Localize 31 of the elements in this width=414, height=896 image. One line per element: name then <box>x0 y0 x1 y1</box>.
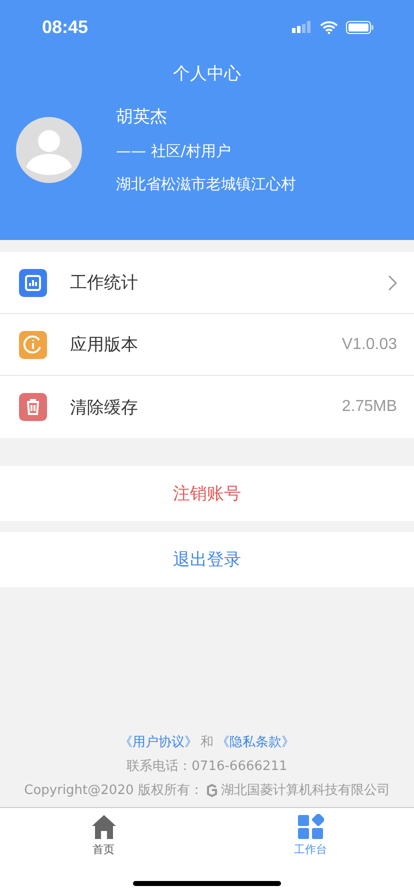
menu-label: 工作统计 <box>70 272 139 294</box>
user-name: 胡英杰 <box>116 106 168 128</box>
status-time: 08:45 <box>42 16 88 38</box>
phone-text: 联系电话：0716-6666211 <box>126 758 288 775</box>
wifi-icon <box>320 20 338 34</box>
copyright-text: Copyright@2020 版权所有： <box>24 782 203 799</box>
chevron-icon <box>388 274 397 290</box>
user-address: 湖北省松滋市老城镇江心村 <box>116 175 296 194</box>
menu-value: V1.0.03 <box>342 336 397 354</box>
grid-icon <box>298 814 324 840</box>
tab-item[interactable]: 工作台 <box>207 808 414 857</box>
action-button[interactable]: 退出登录 <box>0 532 414 587</box>
action-button[interactable]: 注销账号 <box>0 466 414 521</box>
menu-row[interactable]: 工作统计 <box>0 252 414 314</box>
tab-item[interactable]: 首页 <box>0 808 207 857</box>
agreement-link[interactable]: 《用户协议》 <box>120 733 198 751</box>
avatar-icon <box>16 116 82 182</box>
menu-row[interactable]: 清除缓存 2.75MB <box>0 376 414 438</box>
menu-row[interactable]: 应用版本 V1.0.03 <box>0 314 414 376</box>
menu-value: 2.75MB <box>342 398 397 416</box>
and-text: 和 <box>200 734 214 751</box>
battery-icon <box>346 20 374 34</box>
privacy-link[interactable]: 《隐私条款》 <box>216 733 294 751</box>
page-title: 个人中心 <box>172 63 242 85</box>
user-role: —— 社区/村用户 <box>116 142 232 161</box>
company-text: 湖北国菱计算机科技有限公司 <box>220 782 390 799</box>
menu-label: 应用版本 <box>70 334 139 356</box>
signal-icon <box>292 21 312 33</box>
menu-label: 清除缓存 <box>70 396 139 418</box>
company-logo-icon <box>206 784 218 796</box>
home-icon <box>90 814 116 840</box>
